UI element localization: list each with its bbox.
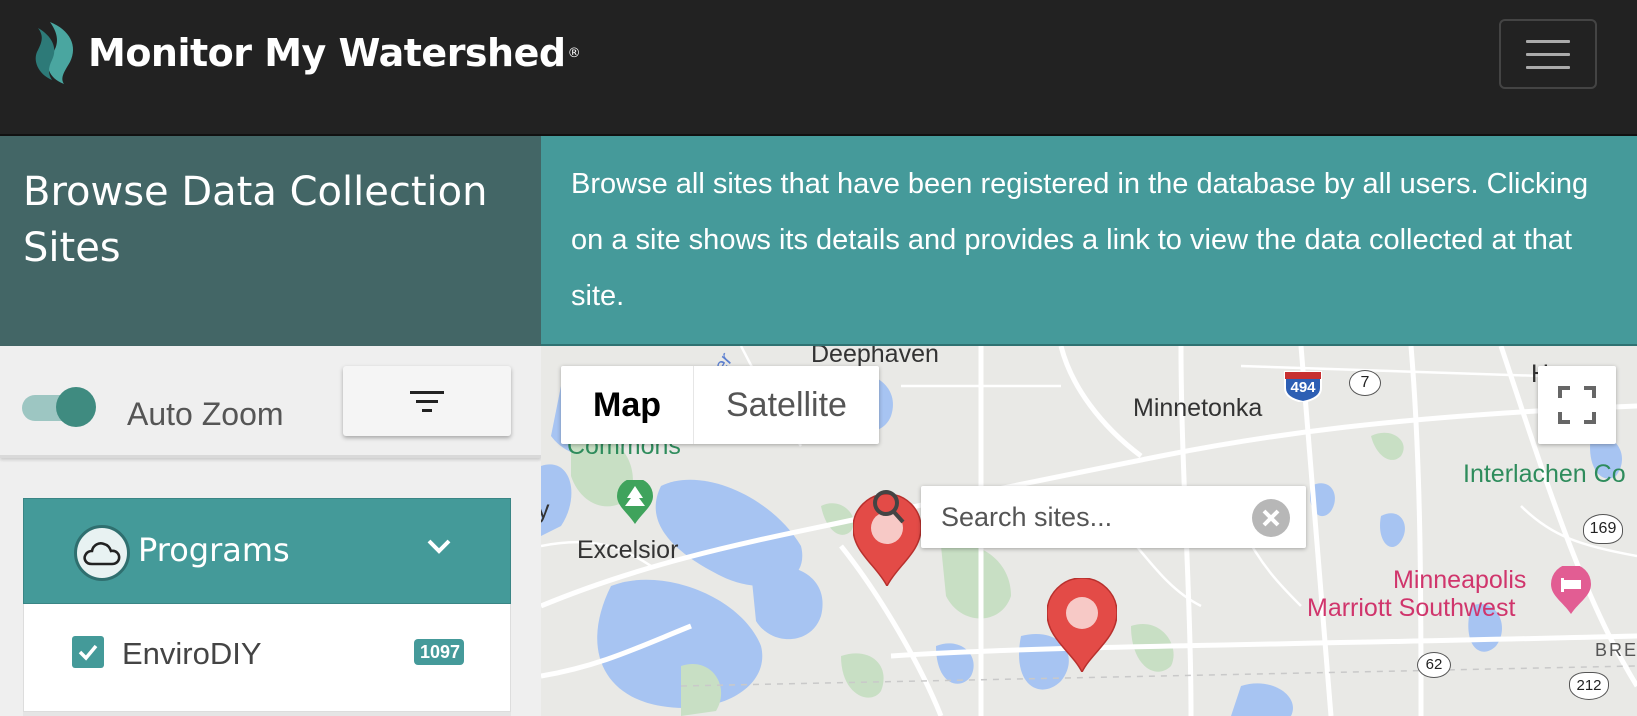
close-icon (1262, 509, 1280, 527)
site-marker[interactable] (1047, 578, 1117, 672)
site-search-box (921, 486, 1306, 548)
route-62-shield: 62 (1417, 652, 1451, 678)
sites-map[interactable]: Deephaven er Minnetonka Commons Excelsio… (541, 346, 1637, 716)
brand-link[interactable]: Monitor My Watershed ® (30, 20, 581, 86)
map-label-excelsior: Excelsior (577, 536, 679, 564)
programs-accordion-header[interactable]: Programs (23, 498, 511, 604)
clear-search-button[interactable] (1252, 499, 1290, 537)
title-panel: Browse Data Collection Sites (0, 136, 541, 346)
map-label-interlachen: Interlachen Co (1463, 460, 1626, 488)
auto-zoom-label: Auto Zoom (127, 396, 284, 432)
map-type-satellite-button[interactable]: Satellite (694, 366, 879, 444)
page-description: Browse all sites that have been register… (571, 168, 1589, 312)
i494-shield: 494 (1283, 370, 1323, 404)
map-type-control: Map Satellite (561, 366, 879, 444)
map-label-hotel-line1: Minneapolis (1393, 566, 1527, 594)
envirodiy-checkbox[interactable] (72, 636, 104, 668)
map-type-map-button[interactable]: Map (561, 366, 694, 444)
check-icon (78, 644, 98, 661)
brand-name: Monitor My Watershed (88, 31, 566, 75)
program-name: EnviroDIY (122, 636, 262, 671)
hamburger-icon (1526, 39, 1570, 43)
sidebar: Auto Zoom Programs EnviroDIY 1097 (0, 346, 541, 716)
chevron-down-icon (427, 539, 451, 554)
site-search-input[interactable] (941, 497, 1241, 537)
fullscreen-button[interactable] (1538, 366, 1616, 444)
description-panel: Browse all sites that have been register… (541, 136, 1637, 346)
site-count-badge: 1097 (414, 639, 464, 665)
cloud-icon (74, 525, 130, 581)
map-label-minnetonka: Minnetonka (1133, 394, 1263, 422)
route-212-shield: 212 (1569, 672, 1609, 700)
navbar: Monitor My Watershed ® (0, 0, 1637, 136)
filter-button[interactable] (343, 366, 511, 436)
registered-mark: ® (567, 45, 581, 61)
route-169-shield: 169 (1583, 514, 1623, 544)
navbar-menu-button[interactable] (1499, 19, 1597, 89)
map-label-hotel-line2: Marriott Southwest (1307, 594, 1516, 622)
map-label-y: y (541, 496, 550, 524)
route-7-shield: 7 (1349, 370, 1381, 396)
park-icon (617, 480, 653, 524)
auto-zoom-toggle[interactable] (22, 387, 96, 427)
program-item-envirodiy: EnviroDIY 1097 (23, 604, 511, 712)
search-icon (873, 490, 905, 524)
watershed-logo-icon (35, 22, 74, 84)
page-title: Browse Data Collection Sites (23, 169, 488, 271)
hotel-icon (1551, 566, 1591, 614)
fullscreen-icon (1558, 386, 1596, 424)
toggle-knob (56, 387, 96, 427)
map-controls-bar: Auto Zoom (0, 346, 541, 458)
filter-icon (410, 390, 444, 394)
map-label-brede: BREDE (1595, 640, 1637, 660)
programs-label: Programs (138, 531, 290, 569)
